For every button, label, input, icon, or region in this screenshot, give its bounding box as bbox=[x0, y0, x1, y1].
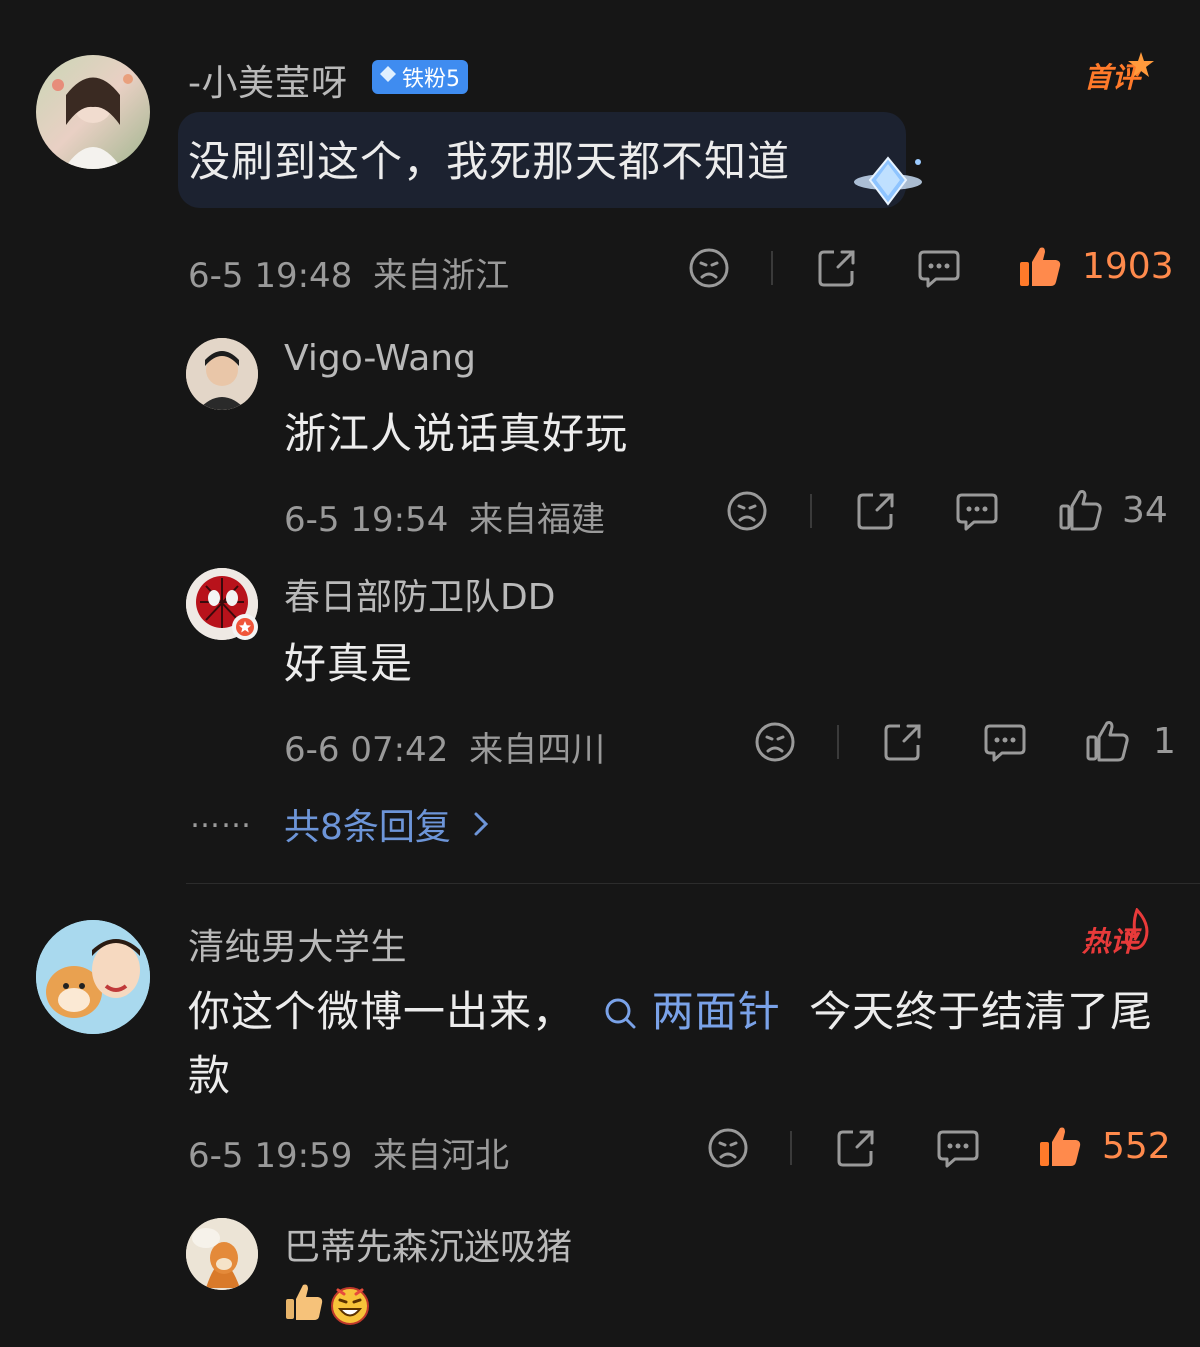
diamond-icon bbox=[378, 64, 398, 90]
chevron-right-icon bbox=[474, 812, 489, 836]
first-comment-tag: 首评 bbox=[1084, 52, 1154, 96]
reply-button[interactable] bbox=[918, 247, 960, 289]
sad-face-icon bbox=[755, 722, 795, 762]
share-icon bbox=[837, 1130, 874, 1167]
reply-button[interactable] bbox=[956, 490, 998, 532]
share-button[interactable] bbox=[816, 247, 858, 289]
share-button[interactable] bbox=[882, 721, 924, 763]
reply-meta: 6-6 07:42 来自四川 bbox=[284, 722, 605, 771]
search-icon bbox=[605, 998, 636, 1029]
reply-avatar[interactable] bbox=[186, 1218, 258, 1290]
reply-username[interactable]: 春日部防卫队DD bbox=[284, 568, 555, 620]
share-icon bbox=[818, 250, 855, 287]
reply-username[interactable]: 巴蒂先森沉迷吸猪 bbox=[284, 1218, 572, 1270]
comment-text-line2: 款 bbox=[188, 1051, 232, 1100]
divider-line bbox=[790, 1131, 792, 1165]
like-button[interactable]: 1903 bbox=[1018, 244, 1174, 288]
dislike-button[interactable] bbox=[707, 1127, 749, 1169]
reply-button[interactable] bbox=[937, 1127, 979, 1169]
like-count: 1903 bbox=[1082, 245, 1174, 287]
dislike-button[interactable] bbox=[726, 490, 768, 532]
comment-text-start: 你这个微博一出来， bbox=[188, 987, 576, 1036]
share-icon bbox=[884, 724, 921, 761]
dislike-button[interactable] bbox=[688, 247, 730, 289]
verified-badge-icon bbox=[232, 614, 258, 640]
star-icon bbox=[1128, 52, 1154, 77]
username[interactable]: 清纯男大学生 bbox=[188, 918, 407, 970]
comment-time: 6-5 19:48 bbox=[188, 256, 353, 296]
laughing-emoji-icon bbox=[331, 1287, 369, 1325]
avatar-image bbox=[186, 1218, 258, 1290]
avatar[interactable] bbox=[36, 920, 150, 1034]
reply-button[interactable] bbox=[984, 721, 1026, 763]
diamond-decoration-icon bbox=[854, 156, 922, 206]
reply-time: 6-6 07:42 bbox=[284, 730, 449, 770]
sad-face-icon bbox=[689, 248, 729, 288]
dislike-button[interactable] bbox=[754, 721, 796, 763]
like-button[interactable]: 34 bbox=[1058, 488, 1168, 532]
comment-location: 来自河北 bbox=[373, 1136, 510, 1176]
comment-icon bbox=[984, 724, 1026, 762]
thumbs-up-icon bbox=[1086, 721, 1129, 762]
fan-badge[interactable]: 铁粉5 bbox=[372, 60, 468, 94]
more-ellipsis: …… bbox=[190, 800, 252, 835]
reply-location: 来自四川 bbox=[469, 730, 606, 770]
comment-text: 没刷到这个，我死那天都不知道 bbox=[188, 137, 791, 186]
divider-line bbox=[837, 725, 839, 759]
share-button[interactable] bbox=[855, 490, 897, 532]
comment-icon bbox=[937, 1130, 979, 1168]
fan-badge-label: 铁粉5 bbox=[402, 67, 460, 92]
thumbs-up-emoji-icon bbox=[286, 1284, 323, 1320]
comment-location: 来自浙江 bbox=[373, 256, 510, 296]
reply-time: 6-5 19:54 bbox=[284, 500, 449, 540]
share-button[interactable] bbox=[835, 1127, 877, 1169]
thumbs-up-filled-icon bbox=[1020, 247, 1061, 286]
comment-time: 6-5 19:59 bbox=[188, 1136, 353, 1176]
view-all-replies-label: 共8条回复 bbox=[284, 807, 451, 848]
sad-face-icon bbox=[727, 491, 767, 531]
reply-text: 浙江人说话真好玩 bbox=[284, 409, 629, 458]
like-button[interactable]: 552 bbox=[1038, 1124, 1171, 1168]
like-count: 552 bbox=[1102, 1125, 1171, 1167]
view-all-replies-link[interactable]: 共8条回复 bbox=[284, 798, 491, 850]
username[interactable]: -小美莹呀 bbox=[188, 54, 348, 106]
reply-location: 来自福建 bbox=[469, 500, 606, 540]
comment-icon bbox=[956, 493, 998, 531]
reply-text: 好真是 bbox=[284, 639, 414, 688]
thumbs-up-filled-icon bbox=[1040, 1127, 1081, 1166]
like-count: 1 bbox=[1153, 720, 1176, 762]
comment-icon bbox=[918, 250, 960, 288]
comment-divider bbox=[186, 883, 1200, 884]
avatar-image bbox=[52, 74, 133, 169]
reply-emoji-content bbox=[284, 1282, 372, 1326]
flame-icon bbox=[1125, 908, 1149, 950]
avatar[interactable] bbox=[36, 55, 150, 169]
avatar-image bbox=[186, 338, 258, 410]
comment-text: 你这个微博一出来， 两面针 今天终于结清了尾 bbox=[188, 978, 1153, 1039]
like-button[interactable]: 1 bbox=[1085, 719, 1176, 763]
avatar-image bbox=[36, 920, 150, 1034]
divider-line bbox=[771, 251, 773, 285]
reply-username[interactable]: Vigo-Wang bbox=[284, 338, 476, 379]
like-count: 34 bbox=[1122, 489, 1168, 531]
comment-text-end: 今天终于结清了尾 bbox=[809, 987, 1154, 1036]
comment-meta: 6-5 19:48 来自浙江 bbox=[188, 248, 509, 297]
reply-meta: 6-5 19:54 来自福建 bbox=[284, 492, 605, 541]
topic-link[interactable]: 两面针 bbox=[603, 987, 795, 1036]
topic-label: 两面针 bbox=[651, 987, 781, 1036]
hot-comment-tag: 热评 bbox=[1082, 908, 1149, 960]
divider-line bbox=[810, 494, 812, 528]
thumbs-up-icon bbox=[1059, 490, 1102, 531]
sad-face-icon bbox=[708, 1128, 748, 1168]
share-icon bbox=[857, 493, 894, 530]
comment-meta: 6-5 19:59 来自河北 bbox=[188, 1128, 509, 1177]
reply-avatar[interactable] bbox=[186, 338, 258, 410]
